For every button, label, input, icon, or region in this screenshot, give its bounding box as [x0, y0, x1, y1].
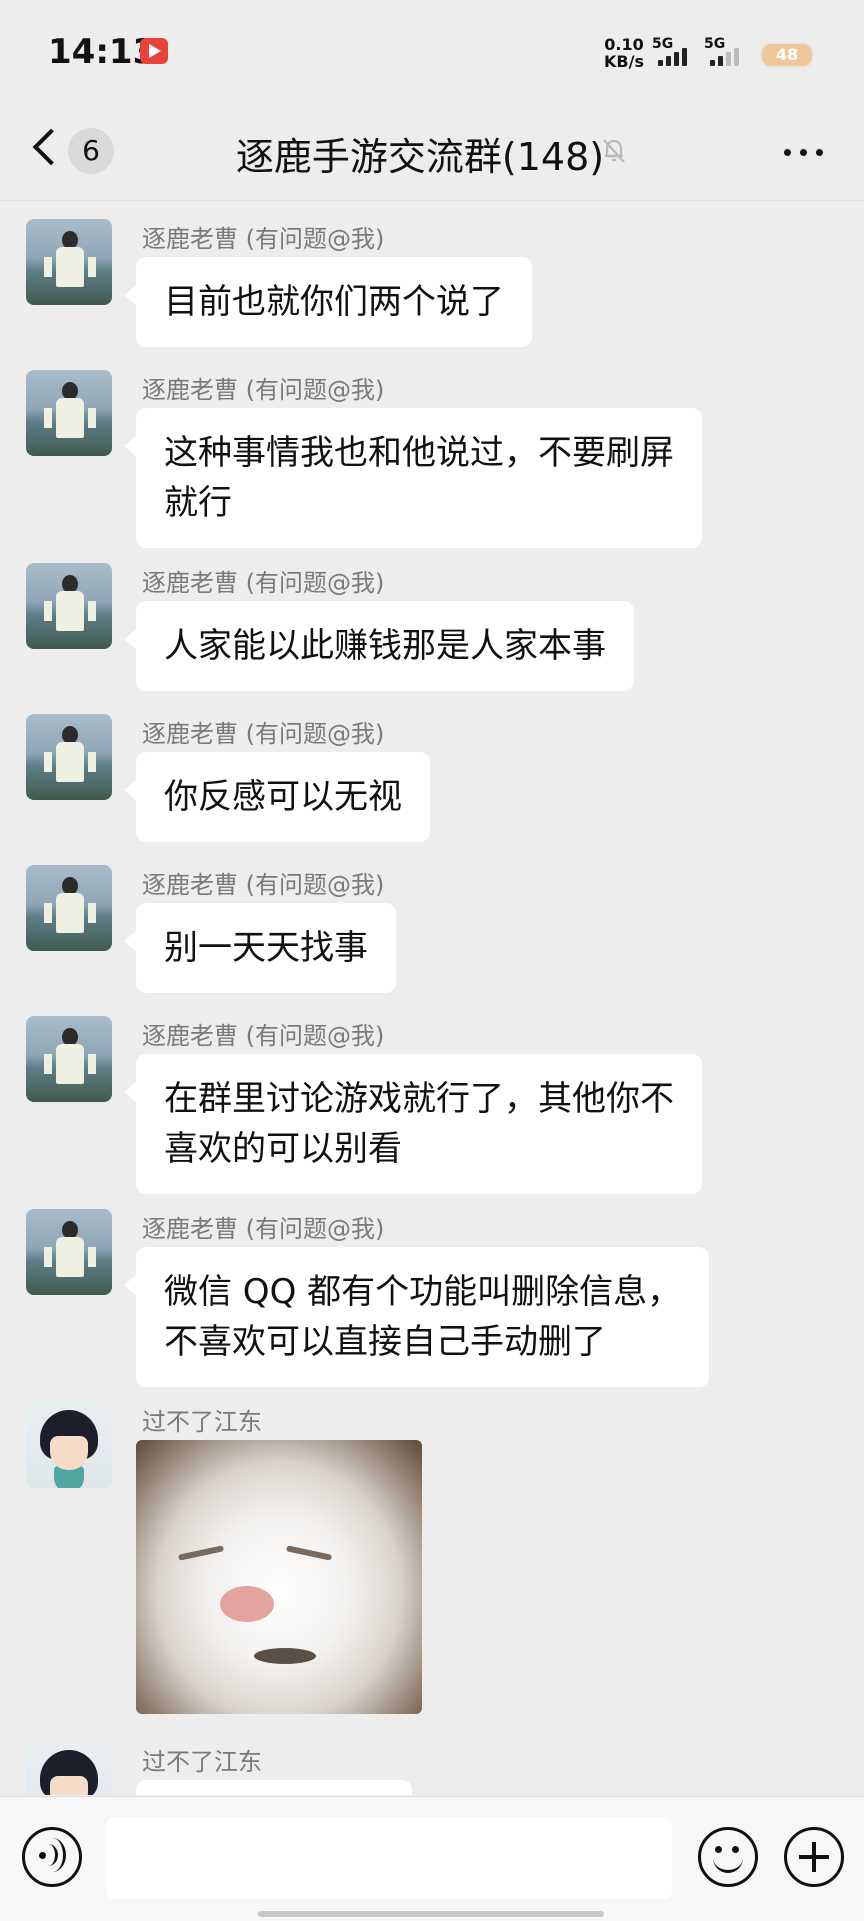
avatar[interactable] [26, 1016, 112, 1102]
avatar[interactable] [26, 1402, 112, 1488]
avatar[interactable] [26, 219, 112, 305]
avatar[interactable] [26, 1209, 112, 1295]
message-input[interactable] [106, 1817, 672, 1899]
message-bubble[interactable] [136, 1780, 412, 1795]
cat-eye [285, 1545, 333, 1561]
avatar[interactable] [26, 714, 112, 800]
avatar[interactable] [26, 370, 112, 456]
network-speed-unit: KB/s [604, 52, 644, 71]
cat-sticker-image[interactable] [136, 1440, 422, 1714]
network-speed: 0.10 KB/s [604, 36, 644, 70]
signal-label: 5G [704, 36, 726, 52]
chat-header: 6 逐鹿手游交流群(148) [0, 100, 864, 201]
battery-level: 48 [775, 45, 799, 64]
cat-nose [220, 1586, 274, 1622]
sender-name: 逐鹿老曹 (有问题@我) [142, 1215, 385, 1243]
avatar[interactable] [26, 563, 112, 649]
voice-button[interactable] [22, 1827, 82, 1887]
signal-icon: 5G [652, 36, 696, 68]
sender-name: 逐鹿老曹 (有问题@我) [142, 871, 385, 899]
dot-icon [816, 149, 823, 156]
sender-name: 过不了江东 [142, 1408, 262, 1436]
signal-label: 5G [652, 36, 674, 52]
sender-name: 逐鹿老曹 (有问题@我) [142, 225, 385, 253]
status-bar: 14:13 0.10 KB/s 5G 5G 48 [0, 0, 864, 100]
sender-name: 逐鹿老曹 (有问题@我) [142, 1022, 385, 1050]
message-bubble[interactable]: 目前也就你们两个说了 [124, 257, 532, 347]
message-bubble[interactable]: 微信 QQ 都有个功能叫删除信息， 不喜欢可以直接自己手动删了 [123, 1247, 710, 1387]
message-bubble[interactable]: 这种事情我也和他说过，不要刷屏 就行 [124, 408, 702, 548]
emoji-button[interactable] [698, 1827, 758, 1887]
bell-muted-icon [603, 139, 625, 163]
input-bar [0, 1796, 864, 1921]
video-app-icon [140, 38, 168, 64]
sender-name: 逐鹿老曹 (有问题@我) [142, 376, 385, 404]
dot-icon [784, 149, 791, 156]
message-bubble[interactable]: 人家能以此赚钱那是人家本事 [124, 601, 634, 691]
message-bubble[interactable]: 在群里讨论游戏就行了，其他你不 喜欢的可以别看 [124, 1054, 702, 1194]
sender-name: 逐鹿老曹 (有问题@我) [142, 720, 385, 748]
home-indicator[interactable] [258, 1911, 604, 1917]
emoji-mouth [713, 1852, 743, 1873]
plus-button[interactable] [784, 1827, 844, 1887]
sender-name: 逐鹿老曹 (有问题@我) [142, 569, 385, 597]
battery-icon: 48 [760, 42, 814, 68]
signal-icon: 5G [704, 36, 748, 68]
dot-icon [800, 149, 807, 156]
message-bubble[interactable]: 别一天天找事 [124, 903, 396, 993]
sender-name: 过不了江东 [142, 1748, 262, 1776]
chat-title[interactable]: 逐鹿手游交流群(148) [0, 126, 864, 181]
avatar[interactable] [26, 865, 112, 951]
voice-dot [39, 1852, 46, 1859]
message-list[interactable]: 逐鹿老曹 (有问题@我) 目前也就你们两个说了 逐鹿老曹 (有问题@我) 这种事… [0, 201, 864, 1795]
avatar[interactable] [26, 1742, 112, 1795]
cat-eye [177, 1545, 225, 1561]
more-options-button[interactable] [780, 132, 828, 172]
cat-mouth [254, 1648, 316, 1664]
network-speed-value: 0.10 [604, 35, 644, 54]
message-bubble[interactable]: 你反感可以无视 [124, 752, 430, 842]
